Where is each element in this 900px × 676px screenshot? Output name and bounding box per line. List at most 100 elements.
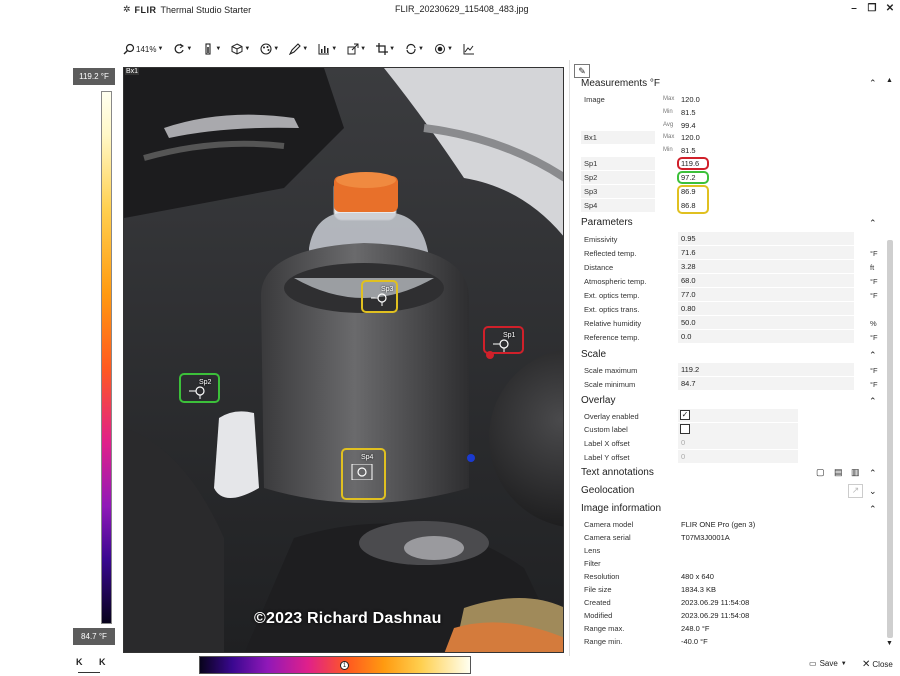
scale-min-input[interactable]: 84.7 — [681, 379, 696, 388]
close-button[interactable]: ✕ Close — [862, 659, 893, 670]
field-background — [678, 260, 854, 273]
zoom-tool[interactable]: 141% ▼ — [123, 43, 163, 55]
spot-marker-sp3[interactable]: Sp3 — [361, 280, 398, 313]
param-unit: °F — [870, 249, 878, 258]
scrollbar-thumb[interactable] — [887, 240, 893, 638]
minimize-button[interactable]: – — [848, 3, 860, 14]
parameters-header[interactable]: Parameters — [581, 217, 633, 228]
sp1-label: Sp1 — [584, 159, 598, 168]
ext-optics-temp-input[interactable]: 77.0 — [681, 290, 696, 299]
scale-max-input[interactable]: 119.2 — [681, 365, 699, 374]
info-value: -40.0 °F — [681, 637, 708, 646]
chart-tool[interactable]: ▼ — [318, 43, 337, 55]
window-title: FLIR_20230629_115408_483.jpg — [395, 4, 529, 14]
text-annotations-header[interactable]: Text annotations — [581, 467, 654, 478]
export-icon — [347, 43, 359, 55]
geolocation-header[interactable]: Geolocation — [581, 485, 634, 496]
label-y-offset-input[interactable]: 0 — [681, 452, 685, 461]
scale-max-label: Scale maximum — [584, 366, 638, 375]
thermometer-icon — [205, 43, 211, 55]
expand-chevron-icon[interactable]: ⌄ — [869, 486, 877, 497]
spot-marker-sp2[interactable]: Sp2 — [179, 373, 220, 403]
save-button[interactable]: ▭ Save ▼ — [809, 659, 847, 668]
overlay-header[interactable]: Overlay — [581, 395, 615, 406]
scroll-down-icon[interactable]: ▼ — [886, 640, 893, 647]
open-map-icon[interactable]: ↗ — [848, 484, 863, 498]
rotate-tool[interactable]: ▼ — [173, 43, 192, 55]
measurements-header[interactable]: Measurements °F — [581, 78, 660, 89]
param-unit: ft — [870, 263, 875, 272]
scale-min-label[interactable]: 84.7 °F — [73, 628, 115, 645]
atmospheric-temp-input[interactable]: 68.0 — [681, 276, 696, 285]
restore-button[interactable]: ❐ — [866, 3, 878, 14]
param-label: Emissivity — [584, 235, 618, 244]
view-mode-tool[interactable]: ▼ — [231, 43, 250, 55]
flir-logo-icon: ✲ — [123, 4, 131, 14]
chevron-down-icon: ▼ — [360, 46, 367, 52]
param-label: Reference temp. — [584, 333, 640, 342]
image-information-header[interactable]: Image information — [581, 503, 661, 514]
info-label: Lens — [584, 546, 601, 555]
overlay-enabled-label: Overlay enabled — [584, 412, 639, 421]
save-label: Save — [819, 659, 838, 668]
line-chart-icon — [463, 44, 474, 55]
slider-handle-icon[interactable]: 1 — [340, 661, 349, 670]
sp3-value: 86.9 — [681, 187, 696, 196]
info-label: Range min. — [584, 637, 623, 646]
scroll-up-icon[interactable]: ▲ — [886, 77, 893, 84]
collapse-chevron-icon[interactable]: ⌃ — [869, 78, 877, 89]
ext-optics-trans-input[interactable]: 0.80 — [681, 304, 696, 313]
nav-underline — [78, 672, 100, 673]
graph-tool[interactable] — [463, 43, 475, 55]
image-avg-value: 99.4 — [681, 121, 696, 130]
trash-icon[interactable]: ▤ — [834, 467, 843, 478]
crop-tool[interactable]: ▼ — [376, 43, 395, 55]
audio-note-icon[interactable]: ▥ — [851, 467, 860, 478]
measure-tool[interactable]: ▼ — [289, 43, 308, 55]
spot-marker-sp1[interactable]: Sp1 — [483, 326, 524, 354]
magnifier-icon — [123, 43, 135, 55]
scale-header[interactable]: Scale — [581, 349, 606, 360]
fusion-tool[interactable]: ▼ — [405, 43, 424, 55]
label-x-offset-input[interactable]: 0 — [681, 438, 685, 447]
first-image-button[interactable]: K — [76, 657, 83, 667]
thermal-image-view[interactable]: Bx1 Sp1 Sp2 Sp3 Sp4 ©2023 Richard Dashna… — [123, 67, 564, 653]
reference-temp-input[interactable]: 0.0 — [681, 332, 691, 341]
collapse-chevron-icon[interactable]: ⌃ — [869, 468, 877, 479]
emissivity-input[interactable]: 0.95 — [681, 234, 696, 243]
palette-slider[interactable]: 1 — [199, 656, 471, 674]
collapse-chevron-icon[interactable]: ⌃ — [869, 218, 877, 229]
distance-input[interactable]: 3.28 — [681, 262, 696, 271]
sp4-value: 86.8 — [681, 201, 696, 210]
palette-tool[interactable]: ▼ — [260, 43, 279, 55]
overlay-enabled-checkbox[interactable]: ✓ — [680, 410, 690, 420]
collapse-chevron-icon[interactable]: ⌃ — [869, 504, 877, 515]
pin-panel-button[interactable]: ✎ — [574, 64, 590, 78]
info-label: Camera model — [584, 520, 634, 529]
avg-label: Avg — [663, 122, 674, 128]
field-background — [678, 232, 854, 245]
param-unit: % — [870, 319, 877, 328]
max-label: Max — [663, 134, 675, 140]
add-note-icon[interactable]: ▢ — [816, 467, 825, 478]
chevron-down-icon: ▼ — [244, 46, 251, 52]
field-background — [678, 246, 854, 259]
export-tool[interactable]: ▼ — [347, 43, 366, 55]
next-image-button[interactable]: K — [99, 657, 106, 667]
skip-back-icon: K — [76, 657, 83, 667]
bx1-label: Bx1 — [584, 133, 597, 142]
scale-tool[interactable]: ▼ — [202, 43, 221, 55]
field-background — [678, 330, 854, 343]
custom-label-checkbox[interactable] — [680, 424, 690, 434]
spot-marker-sp4[interactable]: Sp4 — [341, 448, 386, 500]
reflected-temp-input[interactable]: 71.6 — [681, 248, 696, 257]
close-window-button[interactable]: ✕ — [884, 3, 896, 14]
pin-icon: ✎ — [578, 65, 586, 76]
info-value: 1834.3 KB — [681, 585, 717, 594]
collapse-chevron-icon[interactable]: ⌃ — [869, 350, 877, 361]
collapse-chevron-icon[interactable]: ⌃ — [869, 396, 877, 407]
overlay-tool[interactable]: ▼ — [434, 43, 453, 55]
label-x-offset-label: Label X offset — [584, 439, 630, 448]
scale-max-label[interactable]: 119.2 °F — [73, 68, 115, 85]
relative-humidity-input[interactable]: 50.0 — [681, 318, 696, 327]
